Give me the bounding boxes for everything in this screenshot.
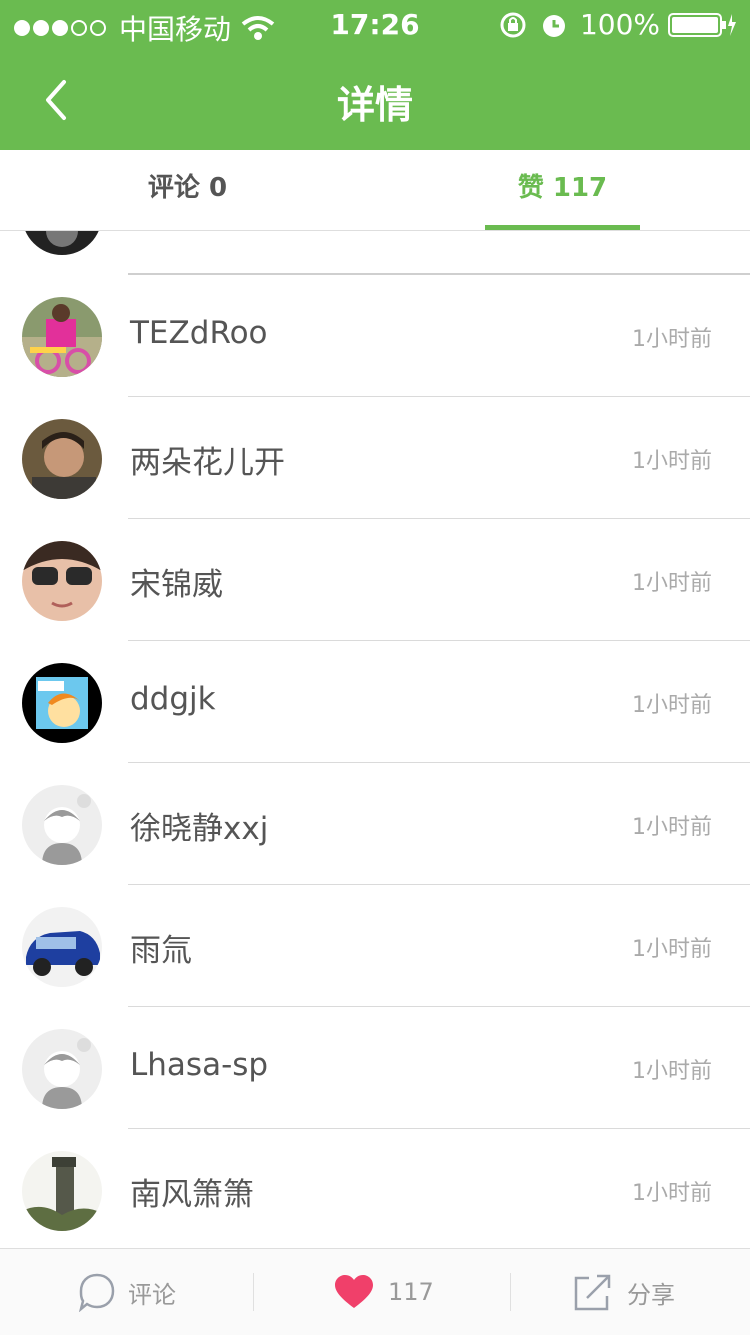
alarm-icon (542, 14, 565, 37)
list-item[interactable]: 南风箫箫 1小时前 (0, 1129, 750, 1247)
like-time: 1小时前 (632, 815, 712, 840)
battery-icon (668, 12, 736, 37)
user-name: ddgjk (130, 681, 216, 717)
list-item[interactable]: Lhasa-sp 1小时前 (0, 1007, 750, 1129)
share-button[interactable]: 分享 (573, 1249, 675, 1335)
comment-bubble-icon (78, 1273, 115, 1312)
avatar (22, 541, 102, 621)
user-name: TEZdRoo (130, 315, 268, 351)
user-name: 南风箫箫 (130, 1177, 254, 1213)
divider (510, 1273, 511, 1311)
divider (253, 1273, 254, 1311)
status-right: 100% (498, 8, 738, 41)
user-name: 宋锦威 (130, 567, 223, 603)
heart-icon (335, 1275, 373, 1308)
share-icon (574, 1274, 611, 1311)
avatar (22, 297, 102, 377)
like-time: 1小时前 (632, 937, 712, 962)
avatar (22, 231, 102, 255)
comment-label: 评论 (128, 1280, 176, 1309)
like-button[interactable]: 117 (334, 1249, 434, 1335)
user-name: 雨氚 (130, 933, 192, 969)
list-item[interactable] (0, 231, 750, 275)
list-item[interactable]: ddgjk 1小时前 (0, 641, 750, 763)
tab-likes[interactable]: 赞 117 (375, 152, 750, 230)
active-tab-indicator (485, 225, 640, 230)
list-item[interactable]: 徐晓静xxj 1小时前 (0, 763, 750, 885)
like-time: 1小时前 (632, 571, 712, 596)
user-name: 徐晓静xxj (130, 811, 269, 847)
list-item[interactable]: TEZdRoo 1小时前 (0, 275, 750, 397)
tab-bar: 评论 0 赞 117 (0, 152, 750, 231)
list-item[interactable]: 雨氚 1小时前 (0, 885, 750, 1007)
like-count: 117 (388, 1278, 434, 1306)
tab-comments-label: 评论 0 (147, 173, 228, 203)
battery-percent: 100% (579, 8, 660, 41)
like-time: 1小时前 (632, 449, 712, 474)
tab-likes-label: 赞 117 (517, 173, 608, 203)
list-item[interactable]: 两朵花儿开 1小时前 (0, 397, 750, 519)
user-name: 两朵花儿开 (130, 445, 285, 481)
like-time: 1小时前 (632, 327, 712, 352)
bottom-action-bar: 评论 117 分享 (0, 1248, 750, 1335)
avatar (22, 907, 102, 987)
tab-comments[interactable]: 评论 0 (0, 152, 375, 230)
nav-bar: 详情 (0, 50, 750, 150)
share-label: 分享 (627, 1280, 675, 1309)
like-time: 1小时前 (632, 693, 712, 718)
avatar (22, 663, 102, 743)
like-time: 1小时前 (632, 1181, 712, 1206)
like-time: 1小时前 (632, 1059, 712, 1084)
avatar (22, 1151, 102, 1231)
avatar (22, 419, 102, 499)
comment-button[interactable]: 评论 (78, 1249, 176, 1335)
page-title: 详情 (336, 83, 413, 127)
avatar (22, 785, 102, 865)
user-name: Lhasa-sp (130, 1047, 269, 1083)
avatar (22, 1029, 102, 1109)
list-item[interactable]: 宋锦威 1小时前 (0, 519, 750, 641)
likes-list[interactable]: TEZdRoo 1小时前 两朵花儿开 1小时前 宋锦威 1小时前 ddgjk 1… (0, 231, 750, 1247)
rotation-lock-icon (500, 12, 526, 37)
status-bar: 中国移动 17:26 100% (0, 0, 750, 50)
